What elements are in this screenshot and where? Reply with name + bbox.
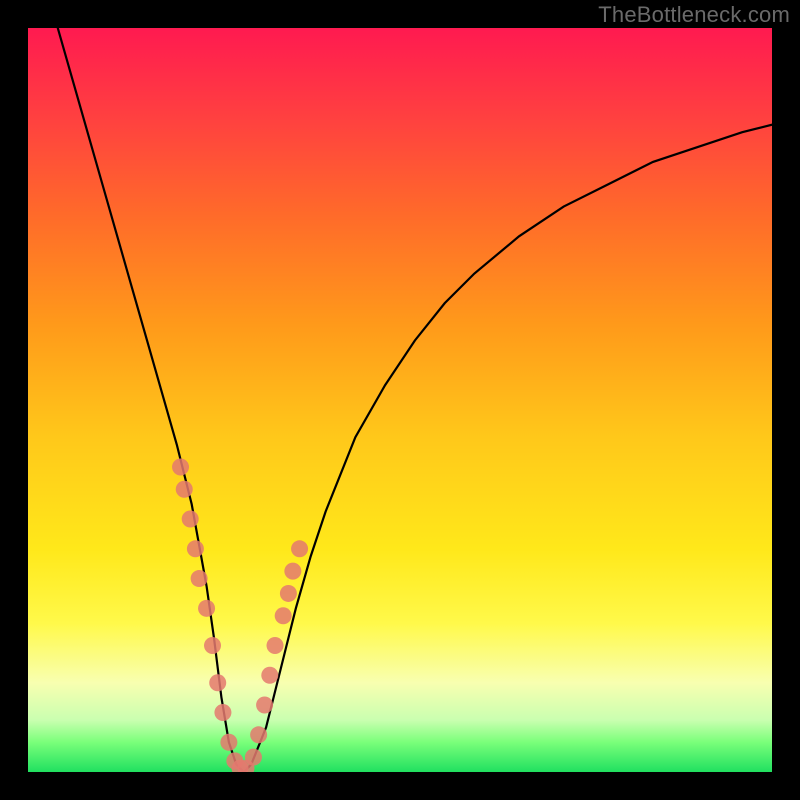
data-marker [256, 697, 273, 714]
data-marker [267, 637, 284, 654]
data-marker [280, 585, 297, 602]
data-marker [250, 726, 267, 743]
data-marker [191, 570, 208, 587]
data-marker [209, 674, 226, 691]
data-marker [245, 749, 262, 766]
data-marker [204, 637, 221, 654]
data-marker [291, 540, 308, 557]
plot-area [28, 28, 772, 772]
data-marker [198, 600, 215, 617]
data-marker [172, 458, 189, 475]
data-marker [176, 481, 193, 498]
data-marker [214, 704, 231, 721]
data-marker [220, 734, 237, 751]
chart-frame: TheBottleneck.com [0, 0, 800, 800]
chart-svg [28, 28, 772, 772]
data-marker [284, 563, 301, 580]
data-marker [187, 540, 204, 557]
data-marker [275, 607, 292, 624]
bottleneck-curve [58, 28, 772, 772]
data-marker [261, 667, 278, 684]
watermark-text: TheBottleneck.com [598, 2, 790, 28]
data-marker [182, 511, 199, 528]
